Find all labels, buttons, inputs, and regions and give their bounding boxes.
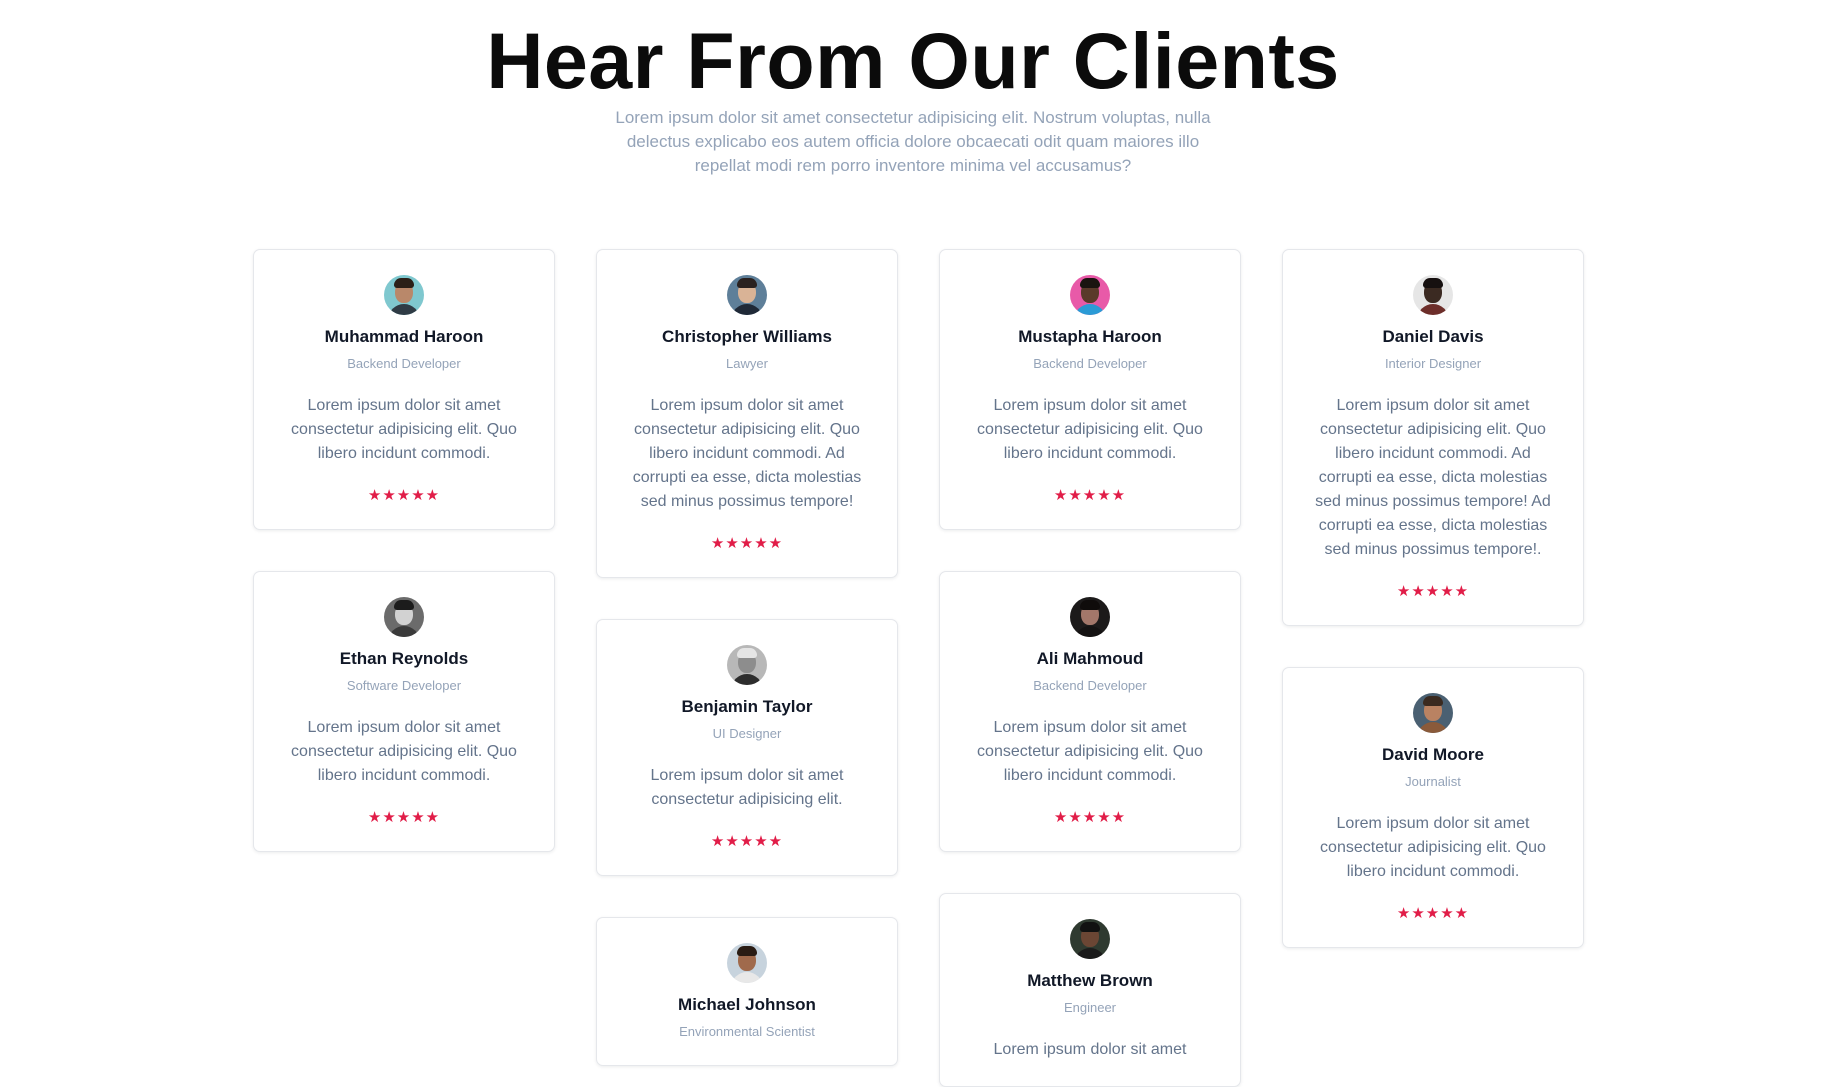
client-role: Software Developer (346, 678, 462, 693)
client-role: Lawyer (726, 356, 768, 371)
testimonial-quote: Lorem ipsum dolor sit amet consectetur a… (977, 719, 1203, 784)
testimonial-column: Christopher Williams Lawyer Lorem ipsum do… (596, 249, 898, 1066)
client-name: Daniel Davis (1382, 327, 1484, 346)
avatar (1070, 919, 1110, 959)
testimonial-quote: Lorem ipsum dolor sit amet consectetur a… (977, 397, 1203, 462)
client-name: Ethan Reynolds (339, 649, 469, 668)
testimonial-card: Michael Johnson Environmental Scientist (596, 917, 898, 1066)
client-name: Benjamin Taylor (681, 697, 813, 716)
client-role: Engineer (1063, 1000, 1117, 1015)
testimonial-column: Daniel Davis Interior Designer Lorem ipsum… (1282, 249, 1584, 948)
testimonial-quote: Lorem ipsum dolor sit amet (993, 1041, 1187, 1058)
testimonial-quote: Lorem ipsum dolor sit amet consectetur a… (1315, 397, 1551, 558)
testimonials-grid: Muhammad Haroon Backend Developer Lorem ip… (253, 249, 1584, 1087)
avatar (384, 597, 424, 637)
page-subtitle: Lorem ipsum dolor sit amet consectetur a… (615, 108, 1211, 175)
client-name: Matthew Brown (1027, 971, 1153, 990)
star-rating: ★★★★★ (1053, 809, 1127, 826)
avatar (1413, 275, 1453, 315)
star-rating: ★★★★★ (710, 535, 784, 552)
star-rating: ★★★★★ (1396, 905, 1470, 922)
testimonial-card: Ali Mahmoud Backend Developer Lorem ipsum … (939, 571, 1241, 852)
testimonial-quote: Lorem ipsum dolor sit amet consectetur a… (291, 719, 517, 784)
avatar (727, 943, 767, 983)
client-role: Backend Developer (1033, 678, 1147, 693)
client-name: Christopher Williams (662, 327, 832, 346)
client-role: Interior Designer (1384, 356, 1482, 371)
client-name: David Moore (1381, 745, 1485, 764)
avatar (1413, 693, 1453, 733)
testimonial-card: Benjamin Taylor UI Designer Lorem ipsum do… (596, 619, 898, 876)
testimonial-column: Muhammad Haroon Backend Developer Lorem ip… (253, 249, 555, 852)
avatar (727, 645, 767, 685)
testimonial-card: Ethan Reynolds Software Developer Lorem ip… (253, 571, 555, 852)
client-role: Backend Developer (347, 356, 461, 371)
client-name: Muhammad Haroon (324, 327, 484, 346)
client-role: Environmental Scientist (679, 1024, 815, 1039)
avatar (727, 275, 767, 315)
star-rating: ★★★★★ (367, 809, 441, 826)
star-rating: ★★★★★ (367, 487, 441, 504)
testimonial-card: Christopher Williams Lawyer Lorem ipsum do… (596, 249, 898, 578)
avatar (1070, 597, 1110, 637)
star-rating: ★★★★★ (710, 833, 784, 850)
testimonial-quote: Lorem ipsum dolor sit amet consectetur a… (650, 767, 844, 808)
testimonial-card: Mustapha Haroon Backend Developer Lorem ip… (939, 249, 1241, 530)
client-name: Michael Johnson (678, 995, 816, 1014)
testimonial-quote: Lorem ipsum dolor sit amet consectetur a… (291, 397, 517, 462)
testimonial-card: David Moore Journalist Lorem ipsum dolor s… (1282, 667, 1584, 948)
client-role: Backend Developer (1033, 356, 1147, 371)
page-title: Hear From Our Clients (486, 16, 1340, 105)
star-rating: ★★★★★ (1396, 583, 1470, 600)
testimonial-card: Muhammad Haroon Backend Developer Lorem ip… (253, 249, 555, 530)
client-name: Mustapha Haroon (1018, 327, 1162, 346)
testimonial-quote: Lorem ipsum dolor sit amet consectetur a… (1320, 815, 1546, 880)
avatar (1070, 275, 1110, 315)
star-rating: ★★★★★ (1053, 487, 1127, 504)
client-role: UI Designer (712, 726, 782, 741)
avatar (384, 275, 424, 315)
testimonial-quote: Lorem ipsum dolor sit amet consectetur a… (632, 397, 862, 510)
testimonial-card: Matthew Brown Engineer Lorem ipsum dolor s… (939, 893, 1241, 1087)
testimonial-card: Daniel Davis Interior Designer Lorem ipsum… (1282, 249, 1584, 626)
client-role: Journalist (1405, 774, 1461, 789)
client-name: Ali Mahmoud (1036, 649, 1144, 668)
testimonial-column: Mustapha Haroon Backend Developer Lorem ip… (939, 249, 1241, 1087)
